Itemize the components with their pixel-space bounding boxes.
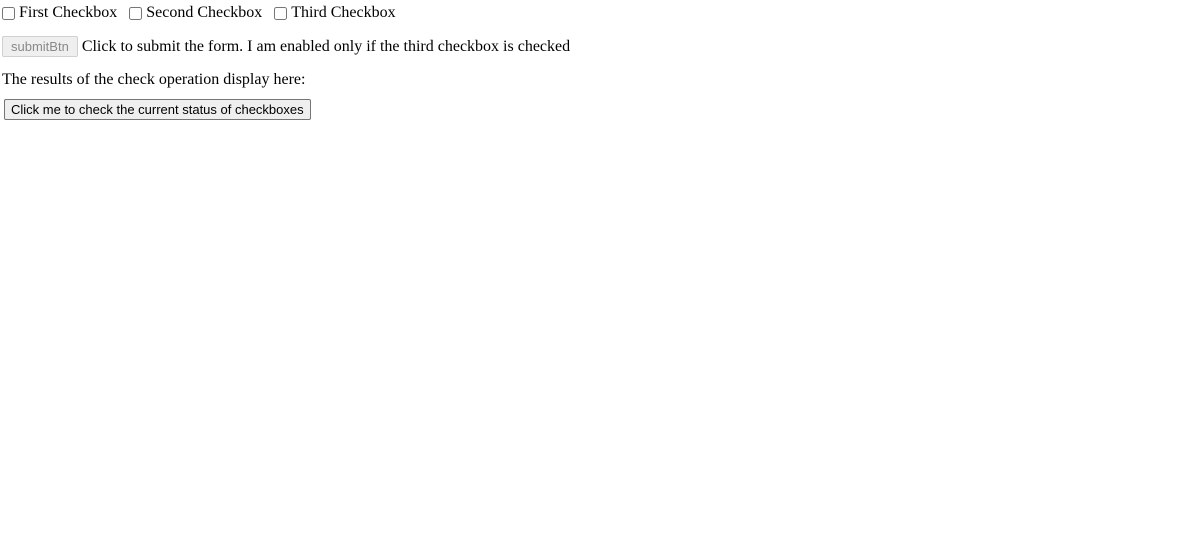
submit-row: submitBtn Click to submit the form. I am… [2,36,1198,57]
checkbox-row: First Checkbox Second Checkbox Third Che… [2,4,1198,22]
first-checkbox-text: First Checkbox [19,4,117,22]
first-checkbox[interactable] [2,7,15,20]
results-label: The results of the check operation displ… [2,71,1198,89]
second-checkbox[interactable] [129,7,142,20]
third-checkbox[interactable] [274,7,287,20]
checkbox-label-third[interactable]: Third Checkbox [274,4,395,22]
check-status-button[interactable]: Click me to check the current status of … [4,99,311,120]
submit-hint-text: Click to submit the form. I am enabled o… [82,38,570,56]
checkbox-label-first[interactable]: First Checkbox [2,4,117,22]
submit-button[interactable]: submitBtn [2,36,78,57]
third-checkbox-text: Third Checkbox [291,4,395,22]
checkbox-label-second[interactable]: Second Checkbox [129,4,262,22]
second-checkbox-text: Second Checkbox [146,4,262,22]
